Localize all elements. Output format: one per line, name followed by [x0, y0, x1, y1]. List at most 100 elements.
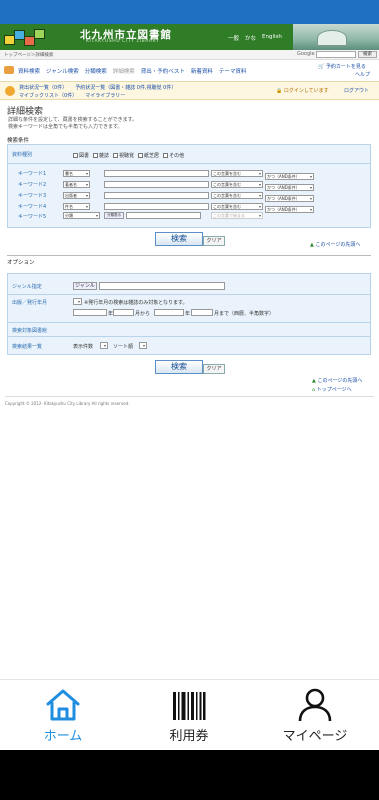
- site-search-button[interactable]: 検索: [358, 51, 377, 58]
- user-icon: [5, 86, 15, 96]
- sort-select[interactable]: [139, 342, 147, 349]
- month-to-label: 月まで（西暦、半角数字）: [214, 311, 275, 317]
- nav-item-best[interactable]: 貸出・予約ベスト: [141, 67, 185, 75]
- status-bar: [0, 0, 379, 24]
- display-count-select[interactable]: [100, 342, 108, 349]
- language-links: 一般 かな English: [228, 34, 282, 42]
- copyright: Copyright © 2012- Kitakyushu City Librar…: [5, 401, 130, 406]
- reservation-cart-link[interactable]: 🛒 予約カートを見る: [318, 63, 366, 70]
- books-icon: [4, 66, 14, 74]
- logout-link[interactable]: ログアウト: [344, 87, 369, 94]
- field-select[interactable]: 出版者: [63, 192, 90, 199]
- match-select[interactable]: この言葉を含む: [211, 192, 263, 199]
- options-clear-button[interactable]: クリア: [203, 364, 225, 374]
- person-icon: [298, 688, 332, 722]
- barcode-icon: [173, 692, 206, 720]
- genre-input[interactable]: [99, 282, 225, 290]
- keyword-label: キーワード3: [18, 193, 47, 199]
- main-nav: 資料検索 ジャンル検索 分類検索 詳細検索 貸出・予約ベスト 新着資料 テーマ資…: [0, 61, 379, 82]
- footer-divider: [5, 396, 374, 397]
- options-search-button[interactable]: 検索: [155, 360, 203, 374]
- library-logo[interactable]: [3, 26, 49, 48]
- nav-item-theme[interactable]: テーマ資料: [219, 67, 247, 75]
- match-select[interactable]: この言葉を含む: [211, 170, 263, 177]
- tab-library-card[interactable]: 利用券: [126, 680, 252, 751]
- to-month-input[interactable]: [191, 309, 213, 316]
- logic-select[interactable]: かつ（AND条件）: [265, 173, 314, 180]
- logic-select[interactable]: かつ（AND条件）: [265, 195, 314, 202]
- keyword-label: キーワード5: [18, 214, 47, 220]
- clear-button[interactable]: クリア: [203, 236, 225, 246]
- page-intro: 詳細な条件を設定して、蔵書を検索することができます。 検索キーワードは全角でも半…: [8, 117, 138, 130]
- nav-item-classification-search[interactable]: 分類検索: [85, 67, 107, 75]
- loan-status-link[interactable]: 貸出状況一覧（0件）: [19, 84, 67, 91]
- field-select[interactable]: 著者名: [63, 181, 90, 188]
- field-select[interactable]: 件名: [63, 203, 90, 210]
- options-section-label: オプション: [7, 260, 35, 266]
- panel-divider: [8, 294, 370, 295]
- breadcrumb-bar: トップページ＞詳細検索 Google 検索: [0, 50, 379, 60]
- tab-mypage-label: マイページ: [282, 729, 348, 744]
- my-booklist-link[interactable]: マイブックリスト（0件）: [19, 92, 77, 99]
- panel-divider: [8, 163, 370, 164]
- page-top-link[interactable]: ▲ このページの先頭へ: [310, 241, 360, 248]
- tab-home[interactable]: ホーム: [0, 680, 126, 751]
- nav-item-genre-search[interactable]: ジャンル検索: [46, 67, 79, 75]
- keyword-input[interactable]: [104, 203, 209, 210]
- reservation-status-link[interactable]: 予約状況一覧（図書・雑誌 0件,視聴覚 0件）: [75, 84, 176, 91]
- from-month-input[interactable]: [113, 309, 134, 316]
- month-from-label: 月から: [135, 311, 151, 317]
- checkbox-other[interactable]: [163, 153, 169, 158]
- classification-display-button[interactable]: 分類表示: [104, 212, 124, 219]
- sort-label: ソート順: [113, 344, 134, 350]
- tab-home-label: ホーム: [43, 729, 83, 744]
- panel-divider: [8, 336, 370, 337]
- field-select[interactable]: 分類: [63, 212, 100, 219]
- tab-library-card-label: 利用券: [169, 729, 209, 744]
- footer-page-top-link[interactable]: ▲ このページの先頭へ: [312, 377, 362, 384]
- lang-link-general[interactable]: 一般: [228, 34, 239, 42]
- system-navigation-bar: [0, 750, 379, 800]
- checkbox-kamishibai[interactable]: [138, 153, 144, 158]
- checkbox-books[interactable]: [73, 153, 78, 158]
- match-select[interactable]: この言葉を含む: [211, 203, 263, 210]
- library-building-photo: [293, 24, 379, 50]
- material-type-checkboxes: 図書 雑誌 視聴覚 紙芝居 その他: [73, 152, 184, 159]
- display-count-label: 表示件数: [73, 344, 94, 350]
- nav-item-new-arrivals[interactable]: 新着資料: [191, 67, 213, 75]
- conditions-section-label: 検索条件: [7, 138, 30, 144]
- keyword-input[interactable]: [126, 212, 201, 219]
- logic-select[interactable]: かつ（AND条件）: [265, 206, 314, 213]
- from-year-input[interactable]: [73, 309, 107, 316]
- checkbox-audiovisual[interactable]: [113, 153, 119, 158]
- keyword-input[interactable]: [104, 170, 209, 177]
- top-page-link[interactable]: ⌂ トップページへ: [312, 386, 352, 393]
- keyword-label: キーワード1: [18, 171, 47, 177]
- home-icon: [46, 689, 80, 721]
- logic-select[interactable]: かつ（AND条件）: [265, 184, 314, 191]
- lang-link-kana[interactable]: かな: [245, 34, 256, 42]
- to-year-input[interactable]: [154, 309, 184, 316]
- keyword-label: キーワード2: [18, 182, 47, 188]
- user-bar: 貸出状況一覧（0件） 予約状況一覧（図書・雑誌 0件,視聴覚 0件） マイブック…: [0, 82, 379, 100]
- checkbox-magazines[interactable]: [93, 153, 99, 158]
- pub-year-select[interactable]: [73, 298, 82, 305]
- match-select[interactable]: この言葉を含む: [211, 181, 263, 188]
- keyword-input[interactable]: [104, 181, 209, 188]
- site-search-input[interactable]: [316, 51, 356, 58]
- page-title: 詳細検索: [7, 107, 44, 117]
- genre-label: ジャンル指定: [12, 284, 42, 290]
- nav-item-material-search[interactable]: 資料検索: [18, 67, 40, 75]
- tab-mypage[interactable]: マイページ: [252, 680, 378, 751]
- nav-item-advanced-search[interactable]: 詳細検索: [113, 67, 135, 75]
- field-select[interactable]: 書名: [63, 170, 90, 177]
- section-divider: [7, 255, 371, 256]
- help-link[interactable]: ヘルプ: [355, 71, 370, 78]
- genre-button[interactable]: ジャンル: [73, 282, 97, 290]
- breadcrumb[interactable]: トップページ＞詳細検索: [4, 52, 53, 58]
- keyword-label: キーワード4: [18, 204, 47, 210]
- my-library-link[interactable]: マイライブラリー: [85, 92, 125, 99]
- keyword-input[interactable]: [104, 192, 209, 199]
- lang-link-english[interactable]: English: [262, 34, 282, 42]
- search-button[interactable]: 検索: [155, 232, 203, 246]
